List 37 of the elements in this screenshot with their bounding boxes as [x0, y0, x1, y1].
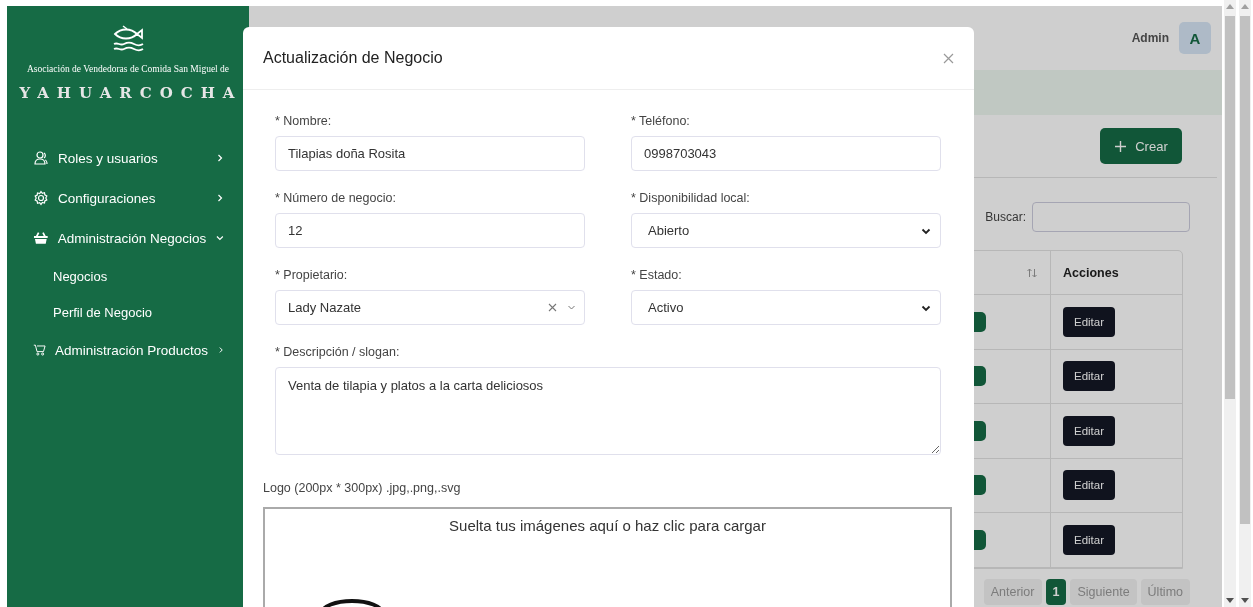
- field-label: * Propietario:: [275, 268, 349, 282]
- text-field[interactable]: Tilapias doña Rosita: [275, 136, 585, 171]
- pagination-button[interactable]: 1: [1045, 578, 1067, 605]
- sidebar-item[interactable]: Administración Negocios: [33, 218, 225, 258]
- search-label: Buscar:: [985, 210, 1026, 224]
- brand-title: YAHUARCOCHA: [19, 84, 243, 102]
- field-label: * Teléfono:: [631, 114, 691, 128]
- create-button[interactable]: Crear: [1100, 128, 1182, 164]
- sidebar-subitem[interactable]: Perfil de Negocio: [33, 294, 225, 330]
- user-name: Admin: [1131, 31, 1169, 45]
- modal-title: Actualización de Negocio: [263, 49, 443, 67]
- dropzone-text: Suelta tus imágenes aquí o haz clic para cargar: [449, 517, 766, 534]
- field-label: * Nombre:: [275, 114, 333, 128]
- sidebar-item[interactable]: Roles y usuarios: [33, 138, 225, 178]
- field-label: * Descripción / slogan:: [275, 345, 401, 359]
- column-header: Acciones: [1063, 265, 1119, 280]
- select-field[interactable]: Abierto: [631, 213, 941, 248]
- user-avatar[interactable]: A: [1179, 22, 1211, 54]
- field-label: * Número de negocio:: [275, 191, 397, 205]
- combobox-field[interactable]: Lady Nazate: [275, 290, 585, 325]
- edit-button[interactable]: Editar: [1063, 415, 1115, 446]
- logo-label: Logo (200px * 300px) .jpg,.png,.svg: [263, 481, 461, 495]
- edit-button[interactable]: Editar: [1063, 524, 1115, 555]
- edit-button[interactable]: Editar: [1063, 361, 1115, 392]
- text-field[interactable]: 12: [275, 213, 585, 248]
- field-label: * Estado:: [631, 268, 683, 282]
- association-name: Asociación de Vendedoras de Comida San Miguel de: [26, 64, 230, 74]
- edit-button[interactable]: Editar: [1063, 306, 1115, 337]
- select-field[interactable]: Activo: [631, 290, 941, 325]
- sidebar-item[interactable]: Administración Productos: [33, 330, 225, 370]
- text-area[interactable]: Venta de tilapia y platos a la carta deliciosos: [275, 367, 941, 455]
- field-label: * Disponibilidad local:: [631, 191, 751, 205]
- sidebar-item[interactable]: Configuraciones: [33, 178, 225, 218]
- sidebar-subitem[interactable]: Negocios: [33, 258, 225, 294]
- edit-button[interactable]: Editar: [1063, 470, 1115, 501]
- text-field[interactable]: 0998703043: [631, 136, 941, 171]
- dropzone[interactable]: Suelta tus imágenes aquí o haz clic para cargar: [263, 507, 952, 607]
